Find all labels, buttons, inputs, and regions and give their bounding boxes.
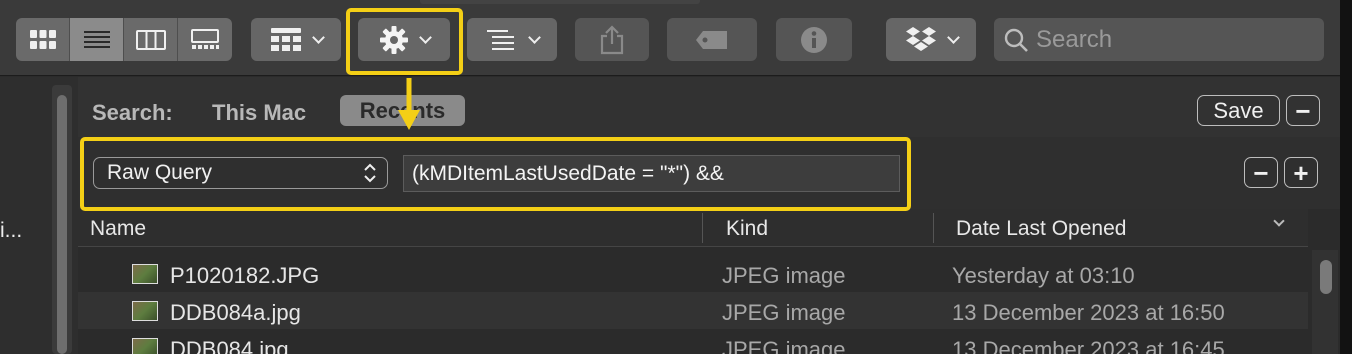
table-row[interactable]: P1020182.JPG JPEG image Yesterday at 03:…: [78, 255, 1308, 292]
add-criteria-button[interactable]: +: [1284, 157, 1318, 188]
attribute-popup[interactable]: Raw Query: [93, 157, 388, 189]
share-icon: [600, 24, 624, 54]
info-icon: [801, 26, 827, 53]
column-kind[interactable]: Kind: [726, 217, 768, 241]
search-scope-bar: Search: This Mac Recents Save −: [78, 77, 1340, 137]
file-list-scrollbar[interactable]: [1312, 250, 1338, 354]
sort-button[interactable]: [467, 18, 557, 61]
image-thumbnail-icon: [132, 301, 158, 321]
file-date: 13 December 2023 at 16:45: [952, 337, 1225, 354]
file-name: DDB084a.jpg: [170, 300, 301, 325]
column-view-icon: [135, 29, 166, 50]
raw-query-field[interactable]: (kMDItemLastUsedDate = "*") &&: [403, 155, 900, 192]
table-row[interactable]: DDB084a.jpg JPEG image 13 December 2023 …: [78, 292, 1308, 329]
file-name: DDB084.jpg: [170, 337, 289, 354]
icon-view-icon: [29, 29, 56, 49]
tag-button[interactable]: [667, 18, 757, 61]
list-view-button[interactable]: [70, 18, 124, 61]
search-criteria-row: Raw Query (kMDItemLastUsedDate = "*") &&…: [78, 137, 1340, 209]
column-header: Name Kind Date Last Opened: [78, 209, 1308, 247]
table-row[interactable]: DDB084.jpg JPEG image 13 December 2023 a…: [78, 329, 1308, 354]
sidebar: i...: [0, 77, 78, 354]
gallery-view-icon: [191, 28, 219, 49]
remove-criteria-button[interactable]: −: [1244, 157, 1278, 188]
column-view-button[interactable]: [124, 18, 178, 61]
file-list: P1020182.JPG JPEG image Yesterday at 03:…: [78, 255, 1308, 354]
arrow-down-icon: [398, 78, 420, 130]
sort-chevron-icon: [1273, 215, 1285, 227]
get-info-button[interactable]: [776, 18, 852, 61]
column-divider[interactable]: [702, 213, 703, 243]
action-menu-button[interactable]: [358, 18, 450, 61]
updown-chevron-icon: [364, 163, 376, 183]
icon-view-button[interactable]: [16, 18, 70, 61]
save-search-button[interactable]: Save: [1197, 95, 1280, 126]
tag-icon: [696, 30, 727, 49]
file-date: 13 December 2023 at 16:50: [952, 300, 1225, 325]
column-name[interactable]: Name: [90, 217, 146, 241]
window-title-fragment: [420, 0, 700, 4]
gallery-view-button[interactable]: [178, 18, 232, 61]
search-field[interactable]: Search: [994, 18, 1324, 61]
chevron-down-icon: [946, 30, 960, 44]
share-button[interactable]: [575, 18, 649, 61]
view-mode-control: [16, 18, 232, 61]
scope-this-mac[interactable]: This Mac: [212, 100, 306, 126]
group-by-icon: [270, 27, 301, 51]
dropbox-icon: [905, 26, 936, 51]
sidebar-scrollbar[interactable]: [52, 85, 72, 354]
chevron-down-icon: [311, 30, 325, 44]
file-date: Yesterday at 03:10: [952, 263, 1135, 288]
gear-icon: [379, 25, 408, 54]
list-view-icon: [83, 30, 110, 48]
file-kind: JPEG image: [722, 337, 846, 354]
search-icon: [1004, 28, 1028, 52]
chevron-down-icon: [418, 30, 432, 44]
scope-label: Search:: [92, 100, 173, 125]
scrollbar-thumb[interactable]: [57, 95, 67, 354]
column-divider[interactable]: [933, 213, 934, 243]
sidebar-item-label[interactable]: i...: [0, 219, 22, 243]
column-date-last-opened[interactable]: Date Last Opened: [956, 217, 1126, 241]
toolbar: Search: [0, 0, 1340, 76]
search-placeholder: Search: [1036, 25, 1113, 53]
scrollbar-thumb[interactable]: [1320, 260, 1332, 294]
attribute-value: Raw Query: [107, 161, 213, 184]
window-edge: [1340, 0, 1352, 354]
chevron-down-icon: [527, 30, 541, 44]
image-thumbnail-icon: [132, 264, 158, 284]
image-thumbnail-icon: [132, 338, 158, 354]
file-name: P1020182.JPG: [170, 263, 320, 288]
group-by-button[interactable]: [251, 18, 341, 61]
dropbox-button[interactable]: [886, 18, 976, 61]
remove-scope-button[interactable]: −: [1286, 95, 1320, 126]
file-kind: JPEG image: [722, 263, 846, 288]
sort-lines-icon: [486, 29, 514, 50]
file-kind: JPEG image: [722, 300, 846, 325]
